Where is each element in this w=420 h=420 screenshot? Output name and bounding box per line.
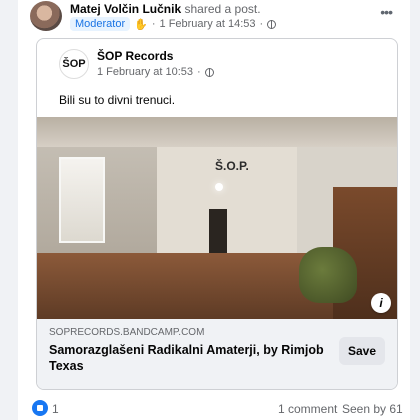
comment-count[interactable]: 1 comment — [278, 402, 337, 416]
meta-separator: · — [151, 18, 156, 30]
shared-post-timestamp[interactable]: 1 February at 10:53 — [97, 66, 193, 78]
dog-figure — [299, 247, 357, 303]
post-card: Matej Volčin Lučnik shared a post. Moder… — [18, 0, 410, 420]
link-preview-image[interactable]: Š.O.P. i — [37, 117, 397, 319]
post-footer: 1 1 comment Seen by 61 — [18, 396, 410, 420]
room-door — [209, 209, 227, 253]
meta-separator: · — [259, 18, 264, 30]
link-title[interactable]: Samorazglašeni Radikalni Amaterji, by Ri… — [49, 342, 329, 374]
ceiling-lamp — [215, 183, 223, 191]
post-meta: Moderator ✋ · 1 February at 14:53 · — [70, 17, 277, 31]
shared-post-text: Bili su to divni trenuci. — [59, 93, 176, 107]
post-timestamp[interactable]: 1 February at 14:53 — [160, 18, 256, 30]
meta-separator: · — [197, 66, 201, 78]
author-name[interactable]: Matej Volčin Lučnik — [70, 2, 181, 16]
seen-count[interactable]: Seen by 61 — [342, 402, 403, 416]
author-line: Matej Volčin Lučnik shared a post. — [70, 2, 261, 16]
page-logo[interactable]: ŠOP — [59, 49, 89, 79]
room-window — [59, 157, 105, 243]
post-action-text: shared a post. — [184, 2, 261, 16]
info-icon[interactable]: i — [371, 293, 391, 313]
room-ceiling — [37, 117, 397, 147]
globe-icon — [267, 19, 277, 29]
globe-icon — [204, 67, 214, 77]
shared-post-meta: 1 February at 10:53 · — [97, 66, 214, 78]
link-preview-bar[interactable]: SOPRECORDS.BANDCAMP.COM Samorazglašeni R… — [37, 319, 397, 389]
page-name[interactable]: ŠOP Records — [97, 49, 173, 63]
room-back-wall — [157, 135, 297, 255]
link-domain: SOPRECORDS.BANDCAMP.COM — [49, 327, 205, 338]
hand-icon: ✋ — [134, 18, 148, 31]
moderator-badge: Moderator — [70, 17, 131, 31]
save-button[interactable]: Save — [339, 337, 385, 365]
post-header: Matej Volčin Lučnik shared a post. Moder… — [18, 0, 410, 34]
shared-post-card: ŠOP ŠOP Records 1 February at 10:53 · Bi… — [36, 38, 398, 390]
like-count[interactable]: 1 — [52, 402, 59, 416]
more-dots-icon[interactable]: ••• — [380, 4, 393, 20]
wall-sign: Š.O.P. — [215, 159, 249, 173]
author-avatar[interactable] — [30, 1, 62, 31]
like-reaction-icon[interactable] — [32, 400, 48, 416]
